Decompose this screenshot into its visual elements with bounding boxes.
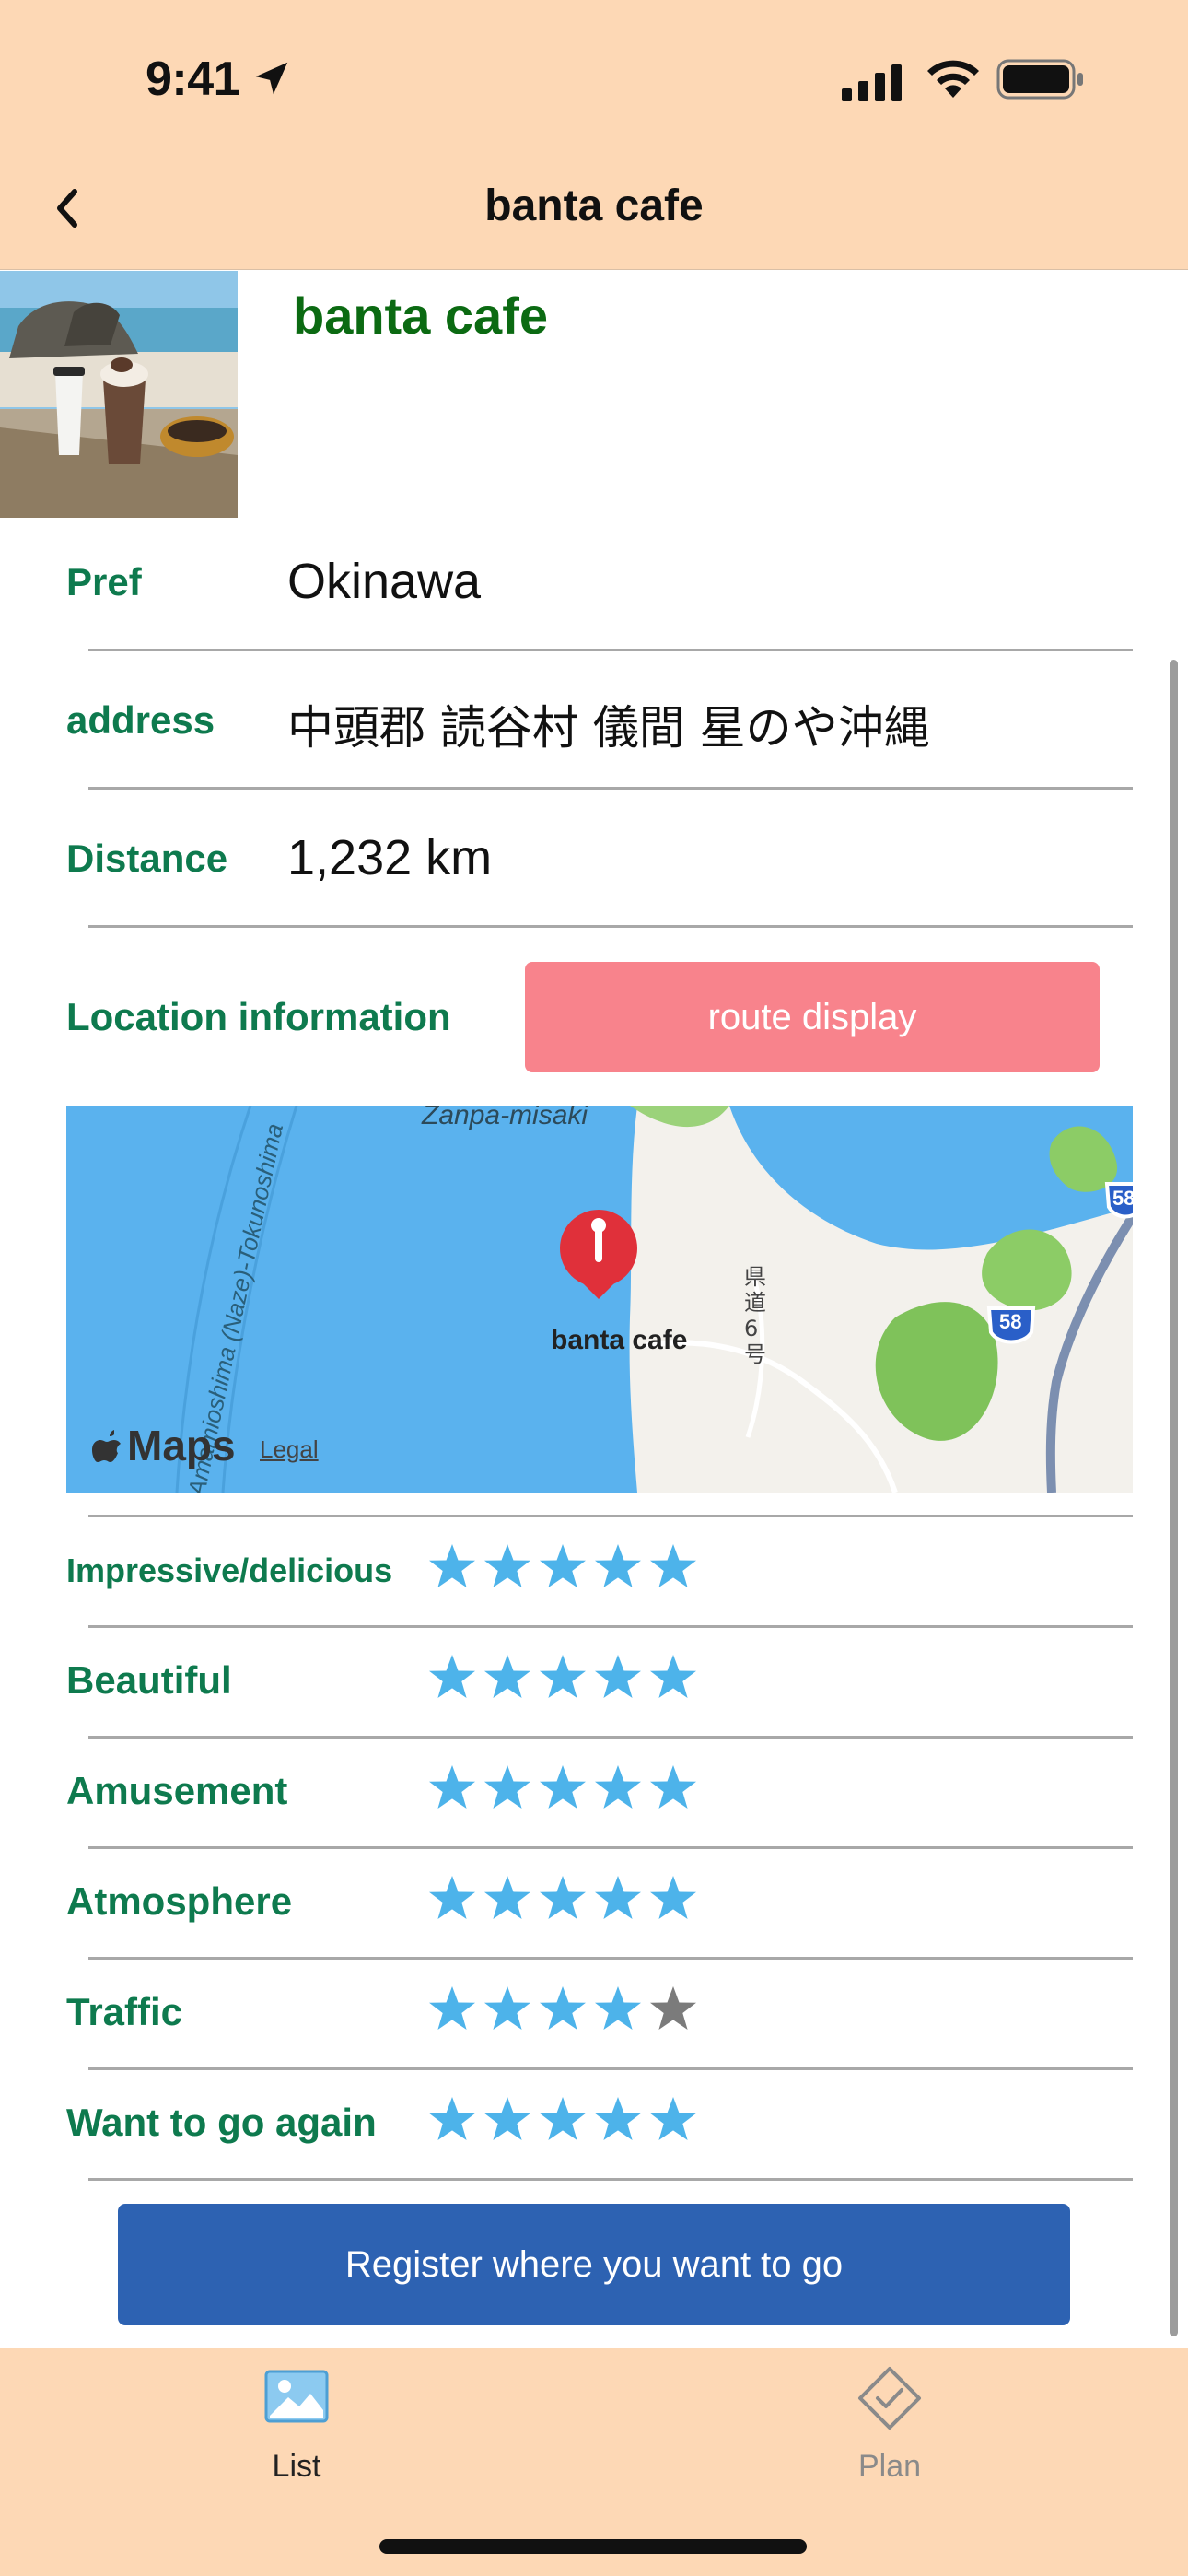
location-arrow-icon — [255, 62, 288, 95]
star-filled-icon[interactable] — [483, 1763, 532, 1813]
star-filled-icon[interactable] — [427, 1763, 477, 1813]
tab-list-label: List — [272, 2449, 321, 2484]
star-filled-icon[interactable] — [483, 1874, 532, 1924]
rating-label: Atmosphere — [66, 1879, 293, 1923]
apple-icon — [92, 1430, 121, 1462]
route-58-label: 58 — [999, 1310, 1022, 1333]
star-filled-icon[interactable] — [427, 2095, 477, 2145]
star-filled-icon[interactable] — [593, 1874, 643, 1924]
rating-label: Amusement — [66, 1769, 288, 1812]
divider — [88, 787, 1133, 790]
nav-title: banta cafe — [484, 181, 704, 230]
place-photo — [0, 271, 238, 518]
star-filled-icon[interactable] — [538, 1542, 588, 1592]
star-rating[interactable] — [427, 1874, 698, 1924]
distance-label: Distance — [66, 837, 228, 880]
star-filled-icon[interactable] — [483, 1542, 532, 1592]
tab-plan-label: Plan — [857, 2449, 922, 2484]
address-label: address — [66, 698, 215, 742]
star-filled-icon[interactable] — [427, 1985, 477, 2034]
star-empty-icon[interactable] — [648, 1985, 698, 2034]
rating-label: Beautiful — [66, 1658, 232, 1702]
photo-icon — [264, 2370, 329, 2423]
star-filled-icon[interactable] — [593, 1542, 643, 1592]
star-filled-icon[interactable] — [427, 1653, 477, 1703]
address-value: 中頭郡 読谷村 儀間 星のや沖縄 — [287, 701, 930, 755]
tab-plan[interactable]: Plan — [751, 2348, 1028, 2495]
register-button[interactable]: Register where you want to go — [118, 2204, 1070, 2325]
star-filled-icon[interactable] — [593, 1985, 643, 2034]
map-road-label: 県道6号 — [744, 1264, 766, 1367]
diamond-check-icon — [858, 2367, 921, 2430]
place-title: banta cafe — [293, 287, 548, 345]
star-filled-icon[interactable] — [648, 1653, 698, 1703]
battery-icon — [996, 59, 1083, 100]
star-rating[interactable] — [427, 1763, 698, 1813]
star-filled-icon[interactable] — [483, 2095, 532, 2145]
location-info-label: Location information — [66, 995, 451, 1038]
star-filled-icon[interactable] — [538, 1985, 588, 2034]
maps-brand-text: Maps — [127, 1422, 236, 1469]
distance-value: 1,232 km — [287, 830, 493, 885]
tab-list[interactable]: List — [158, 2348, 435, 2495]
star-rating[interactable] — [427, 1653, 698, 1703]
star-rating[interactable] — [427, 2095, 698, 2145]
star-filled-icon[interactable] — [538, 2095, 588, 2145]
star-filled-icon[interactable] — [648, 1763, 698, 1813]
home-indicator — [379, 2539, 807, 2554]
rating-label: Impressive/delicious — [66, 1551, 393, 1589]
star-filled-icon[interactable] — [483, 1985, 532, 2034]
star-filled-icon[interactable] — [538, 1763, 588, 1813]
star-filled-icon[interactable] — [427, 1874, 477, 1924]
divider — [88, 649, 1133, 651]
star-filled-icon[interactable] — [593, 1763, 643, 1813]
wifi-icon — [927, 60, 979, 98]
star-filled-icon[interactable] — [648, 1542, 698, 1592]
map-cape-label: Zanpa-misaki — [422, 1106, 588, 1130]
star-rating[interactable] — [427, 1985, 698, 2034]
map-pin-label: banta cafe — [551, 1325, 688, 1355]
star-filled-icon[interactable] — [483, 1653, 532, 1703]
divider — [88, 1625, 1133, 1628]
star-rating[interactable] — [427, 1542, 698, 1592]
cellular-signal-icon — [842, 64, 902, 101]
status-time: 9:41 — [146, 53, 240, 106]
top-bar: 9:41 banta cafe — [0, 0, 1188, 270]
star-filled-icon[interactable] — [427, 1542, 477, 1592]
divider — [88, 1846, 1133, 1849]
star-filled-icon[interactable] — [648, 2095, 698, 2145]
divider — [88, 2067, 1133, 2070]
divider — [88, 1957, 1133, 1960]
star-filled-icon[interactable] — [648, 1874, 698, 1924]
apple-maps-logo: Maps — [92, 1421, 236, 1470]
pref-label: Pref — [66, 560, 142, 603]
rating-label: Want to go again — [66, 2101, 377, 2144]
star-filled-icon[interactable] — [538, 1874, 588, 1924]
star-filled-icon[interactable] — [538, 1653, 588, 1703]
route-display-button[interactable]: route display — [525, 962, 1100, 1072]
route-58-label-2: 58 — [1112, 1187, 1133, 1210]
divider — [88, 2178, 1133, 2181]
star-filled-icon[interactable] — [593, 2095, 643, 2145]
divider — [88, 1736, 1133, 1739]
divider — [88, 1515, 1133, 1517]
star-filled-icon[interactable] — [593, 1653, 643, 1703]
divider — [88, 925, 1133, 928]
legal-link[interactable]: Legal — [260, 1435, 319, 1464]
pref-value: Okinawa — [287, 554, 482, 609]
scrollbar[interactable] — [1170, 660, 1178, 2336]
rating-label: Traffic — [66, 1990, 183, 2033]
